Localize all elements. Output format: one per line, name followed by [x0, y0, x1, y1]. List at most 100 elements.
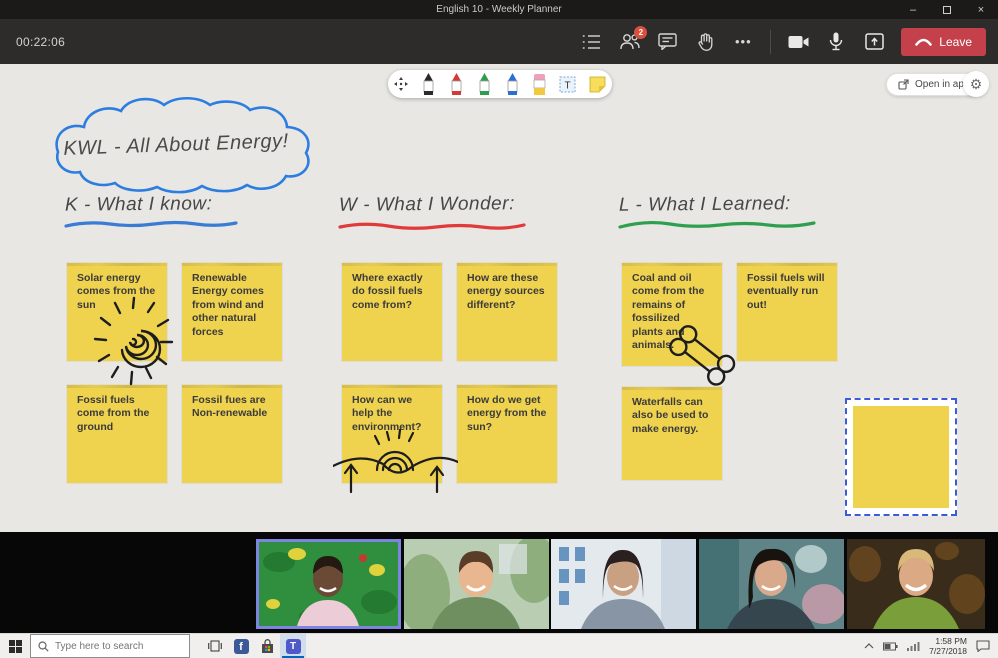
participant-4-video: [699, 539, 844, 629]
minimize-icon: –: [910, 4, 916, 16]
selected-empty-sticky-note[interactable]: [845, 398, 957, 516]
action-center-icon: [976, 640, 990, 652]
battery-tray-button[interactable]: [883, 642, 898, 651]
sticky-note[interactable]: Fossil fues are Non-renewable: [182, 385, 282, 483]
screen: English 10 - Weekly Planner – × 00:22:06: [0, 0, 998, 658]
store-taskbar-button[interactable]: [254, 634, 280, 658]
mic-icon: [829, 32, 843, 51]
note-text: Renewable Energy comes from wind and oth…: [192, 272, 264, 338]
whiteboard-canvas[interactable]: T Open in app ⚙: [0, 64, 998, 532]
start-button[interactable]: [0, 634, 30, 658]
share-screen-button[interactable]: [863, 31, 885, 53]
column-heading-w: W - What I Wonder:: [339, 193, 515, 217]
pen-black[interactable]: [421, 72, 436, 96]
sticky-note[interactable]: Fossil fuels come from the ground: [67, 385, 167, 483]
participant-5-video: [847, 539, 985, 629]
sticky-note[interactable]: Fossil fuels will eventually run out!: [737, 263, 837, 361]
task-view-button[interactable]: [202, 634, 228, 658]
taskbar-clock[interactable]: 1:58 PM 7/27/2018: [929, 636, 967, 656]
text-tool[interactable]: T: [559, 76, 576, 93]
agenda-icon: [582, 34, 601, 50]
eraser-tool[interactable]: [533, 73, 546, 96]
svg-text:T: T: [564, 80, 570, 91]
video-tile-2[interactable]: [404, 539, 549, 629]
pen-blue-icon: [505, 72, 520, 96]
settings-button[interactable]: ⚙: [963, 71, 989, 97]
video-tile-1-active[interactable]: [256, 539, 401, 629]
taskbar-search[interactable]: [30, 634, 190, 658]
camera-icon: [788, 35, 809, 49]
network-icon: [907, 641, 920, 651]
tray-chevron-button[interactable]: [864, 643, 874, 649]
note-text: Where exactly do fossil fuels come from?: [352, 272, 423, 311]
move-icon: [394, 77, 408, 91]
agenda-button[interactable]: [580, 31, 602, 53]
participant-3-video: [551, 539, 696, 629]
video-tile-4[interactable]: [699, 539, 844, 629]
note-text: How are these energy sources different?: [467, 272, 545, 311]
leave-button[interactable]: Leave: [901, 28, 986, 56]
pen-blue[interactable]: [505, 72, 520, 96]
sticky-note[interactable]: Coal and oil come from the remains of fo…: [622, 263, 722, 366]
note-text: Waterfalls can also be used to make ener…: [632, 396, 708, 435]
task-view-icon: [208, 640, 222, 652]
note-text: How do we get energy from the sun?: [467, 394, 546, 433]
sticky-note[interactable]: How are these energy sources different?: [457, 263, 557, 361]
search-input[interactable]: [55, 641, 175, 652]
participant-2-video: [404, 539, 549, 629]
clock-time: 1:58 PM: [929, 636, 967, 646]
facebook-icon: f: [234, 639, 249, 654]
video-tile-3[interactable]: [551, 539, 696, 629]
pen-red[interactable]: [449, 72, 464, 96]
participants-button[interactable]: 2: [618, 31, 640, 53]
video-tile-5[interactable]: [847, 539, 985, 629]
more-button[interactable]: •••: [732, 31, 754, 53]
sticky-note-tool[interactable]: [589, 76, 606, 93]
underline-w: [337, 222, 527, 232]
maximize-button[interactable]: [930, 0, 964, 19]
hang-up-icon: [915, 38, 932, 46]
meeting-timer: 00:22:06: [16, 35, 65, 49]
eraser-icon: [533, 73, 546, 96]
action-center-button[interactable]: [976, 640, 990, 652]
network-tray-button[interactable]: [907, 641, 920, 651]
window-titlebar: English 10 - Weekly Planner – ×: [0, 0, 998, 19]
windows-taskbar: f T: [0, 633, 998, 658]
minimize-button[interactable]: –: [896, 0, 930, 19]
open-in-app-label: Open in app: [915, 79, 970, 90]
text-tool-icon: T: [559, 76, 576, 93]
share-screen-icon: [865, 33, 884, 50]
cloud-drawing[interactable]: KWL - All About Energy!: [28, 94, 323, 199]
teams-taskbar-button[interactable]: T: [280, 634, 306, 658]
sticky-note[interactable]: Where exactly do fossil fuels come from?: [342, 263, 442, 361]
participants-badge: 2: [634, 26, 647, 39]
underline-k: [63, 220, 239, 230]
pen-green[interactable]: [477, 72, 492, 96]
pen-green-icon: [477, 72, 492, 96]
sticky-note[interactable]: How do we get energy from the sun?: [457, 385, 557, 483]
search-icon: [38, 641, 49, 652]
facebook-taskbar-button[interactable]: f: [228, 634, 254, 658]
move-tool[interactable]: [394, 77, 408, 91]
note-text: Fossil fuels come from the ground: [77, 394, 149, 433]
camera-button[interactable]: [787, 31, 809, 53]
sticky-note[interactable]: Solar energy comes from the sun: [67, 263, 167, 361]
chevron-up-icon: [864, 643, 874, 649]
empty-note-fill: [853, 406, 949, 508]
meeting-toolbar: 00:22:06: [0, 19, 998, 64]
column-heading-l: L - What I Learned:: [619, 193, 791, 216]
window-title: English 10 - Weekly Planner: [436, 4, 561, 15]
underline-l: [617, 220, 817, 232]
whiteboard-toolbar: T: [388, 70, 612, 98]
chat-button[interactable]: [656, 31, 678, 53]
sticky-note-icon: [589, 76, 606, 93]
sticky-note[interactable]: Waterfalls can also be used to make ener…: [622, 387, 722, 480]
raise-hand-button[interactable]: [694, 31, 716, 53]
mic-button[interactable]: [825, 31, 847, 53]
raise-hand-icon: [697, 33, 714, 51]
sticky-note[interactable]: How can we help the environment?: [342, 385, 442, 483]
participant-1-video: [259, 542, 398, 626]
close-button[interactable]: ×: [964, 0, 998, 19]
sticky-note[interactable]: Renewable Energy comes from wind and oth…: [182, 263, 282, 361]
open-in-app-icon: [898, 79, 909, 90]
